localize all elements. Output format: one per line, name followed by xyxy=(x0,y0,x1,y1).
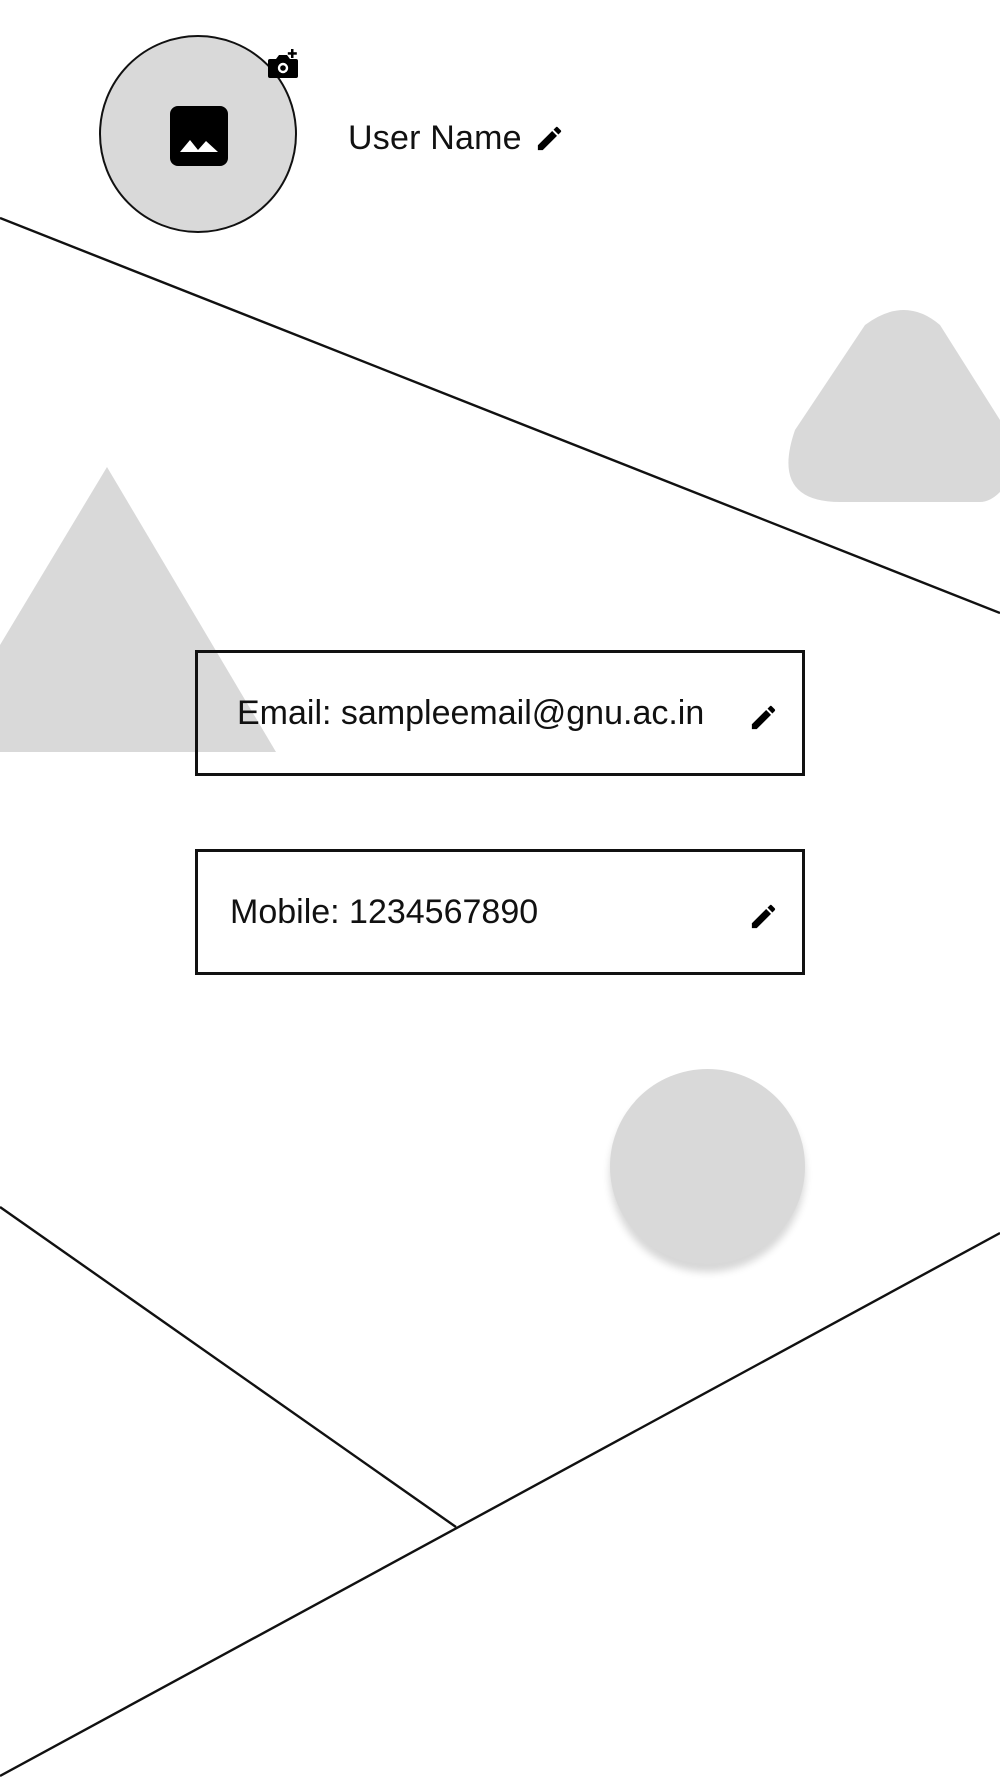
mobile-label: Mobile: 1234567890 xyxy=(230,893,539,931)
image-icon xyxy=(170,106,228,166)
pencil-icon xyxy=(537,126,561,150)
decor-rounded-triangle xyxy=(788,310,1000,502)
camera-plus-icon xyxy=(268,49,298,78)
mobile-field: Mobile: 1234567890 xyxy=(195,849,805,975)
edit-email-button[interactable] xyxy=(748,702,779,733)
edit-mobile-button[interactable] xyxy=(748,901,779,932)
edit-username-button[interactable] xyxy=(534,123,565,154)
decor-lower-left-line xyxy=(0,1206,457,1528)
email-field: Email: sampleemail@gnu.ac.in xyxy=(195,650,805,776)
pencil-icon xyxy=(751,705,776,730)
add-photo-button[interactable] xyxy=(266,47,300,81)
email-label: Email: sampleemail@gnu.ac.in xyxy=(237,694,705,732)
pencil-icon xyxy=(751,904,776,929)
username-text: User Name xyxy=(348,119,522,157)
username-row: User Name xyxy=(348,115,565,161)
decor-lower-cross-line xyxy=(0,1231,1000,1778)
decor-circle xyxy=(610,1069,805,1264)
